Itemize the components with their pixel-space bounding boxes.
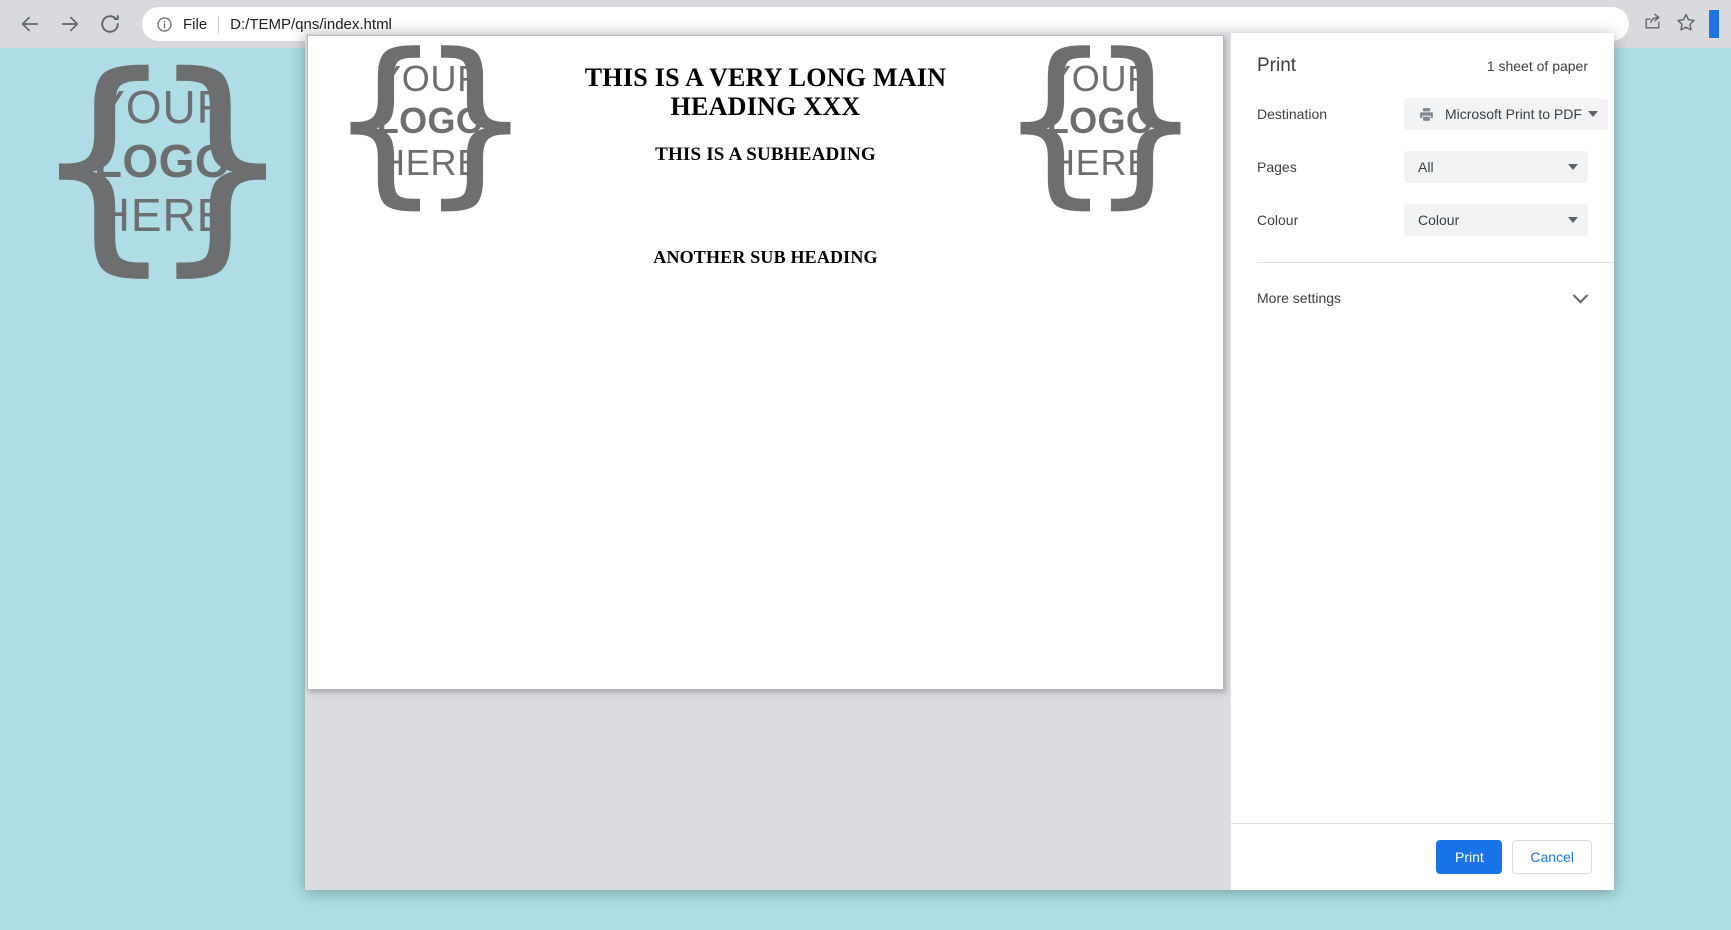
document-header: { } YOUR LOGO HERE THIS IS A VERY LONG M… (308, 33, 1223, 211)
page-logo: { } YOUR LOGO HERE (30, 48, 295, 277)
pages-label: Pages (1257, 159, 1297, 175)
print-dialog-title: Print (1257, 55, 1297, 76)
setting-row-pages: Pages All (1231, 151, 1614, 183)
reload-icon (99, 13, 121, 35)
destination-label: Destination (1257, 106, 1328, 122)
star-icon (1676, 12, 1696, 37)
logo-words: YOUR LOGO HERE (998, 58, 1203, 184)
destination-select[interactable]: Microsoft Print to PDF (1404, 98, 1608, 130)
pages-value: All (1418, 159, 1434, 175)
logo-line-logo: LOGO (376, 100, 485, 141)
logo-line-logo: LOGO (1046, 100, 1155, 141)
logo-line-your: YOUR (377, 58, 484, 99)
chevron-down-icon (1568, 217, 1578, 223)
colour-value: Colour (1418, 212, 1460, 228)
arrow-right-icon (59, 13, 81, 35)
omnibox-divider (218, 15, 220, 33)
printer-icon (1418, 106, 1435, 123)
document-titles: THIS IS A VERY LONG MAIN HEADING XXX THI… (533, 41, 998, 166)
logo-line-here: HERE (96, 189, 229, 241)
print-preview-page: { } YOUR LOGO HERE THIS IS A VERY LONG M… (307, 33, 1224, 690)
setting-row-destination: Destination Microsoft Print to PDF (1231, 98, 1614, 130)
logo-words: YOUR LOGO HERE (328, 58, 533, 184)
more-settings-toggle[interactable]: More settings (1231, 274, 1614, 322)
colour-label: Colour (1257, 212, 1299, 228)
print-button[interactable]: Print (1436, 840, 1503, 874)
document-main-heading: THIS IS A VERY LONG MAIN HEADING XXX (584, 63, 947, 122)
info-circle-icon[interactable] (156, 16, 173, 33)
print-settings-scroll: Print 1 sheet of paper Destination Micro… (1231, 33, 1614, 823)
chevron-down-icon (1587, 111, 1598, 117)
destination-value: Microsoft Print to PDF (1445, 106, 1582, 122)
setting-row-colour: Colour Colour (1231, 204, 1614, 236)
print-dialog-footer: Print Cancel (1231, 823, 1614, 890)
settings-divider (1257, 262, 1614, 263)
logo-line-logo: LOGO (93, 135, 232, 187)
arrow-left-icon (19, 13, 41, 35)
bookmark-button[interactable] (1669, 7, 1703, 41)
logo-line-here: HERE (379, 142, 482, 183)
pages-select[interactable]: All (1404, 151, 1588, 183)
back-button[interactable] (12, 6, 48, 42)
document-another-sub-heading: ANOTHER SUB HEADING (653, 247, 878, 267)
logo-line-your: YOUR (94, 81, 231, 133)
chevron-down-icon (1572, 287, 1589, 303)
cancel-button[interactable]: Cancel (1512, 840, 1592, 874)
logo-words: YOUR LOGO HERE (30, 80, 295, 242)
colour-select[interactable]: Colour (1404, 204, 1588, 236)
print-settings-pane: Print 1 sheet of paper Destination Micro… (1230, 33, 1614, 890)
document-logo-left: { } YOUR LOGO HERE (328, 33, 533, 211)
url-scheme-label: File (183, 15, 208, 33)
logo-line-your: YOUR (1047, 58, 1154, 99)
logo-line-here: HERE (1049, 142, 1152, 183)
share-icon (1643, 12, 1662, 36)
reload-button[interactable] (92, 6, 128, 42)
url-text: D:/TEMP/qns/index.html (230, 15, 392, 33)
sheet-count-label: 1 sheet of paper (1486, 58, 1588, 74)
print-dialog: { } YOUR LOGO HERE THIS IS A VERY LONG M… (305, 33, 1614, 890)
document-logo-right: { } YOUR LOGO HERE (998, 33, 1203, 211)
print-preview-pane[interactable]: { } YOUR LOGO HERE THIS IS A VERY LONG M… (305, 33, 1230, 890)
profile-indicator[interactable] (1709, 10, 1719, 38)
print-dialog-header: Print 1 sheet of paper (1231, 33, 1614, 77)
forward-button[interactable] (52, 6, 88, 42)
more-settings-label: More settings (1257, 290, 1342, 306)
document-sub-heading: THIS IS A SUBHEADING (655, 143, 876, 165)
chevron-down-icon (1568, 164, 1578, 170)
share-button[interactable] (1635, 7, 1669, 41)
